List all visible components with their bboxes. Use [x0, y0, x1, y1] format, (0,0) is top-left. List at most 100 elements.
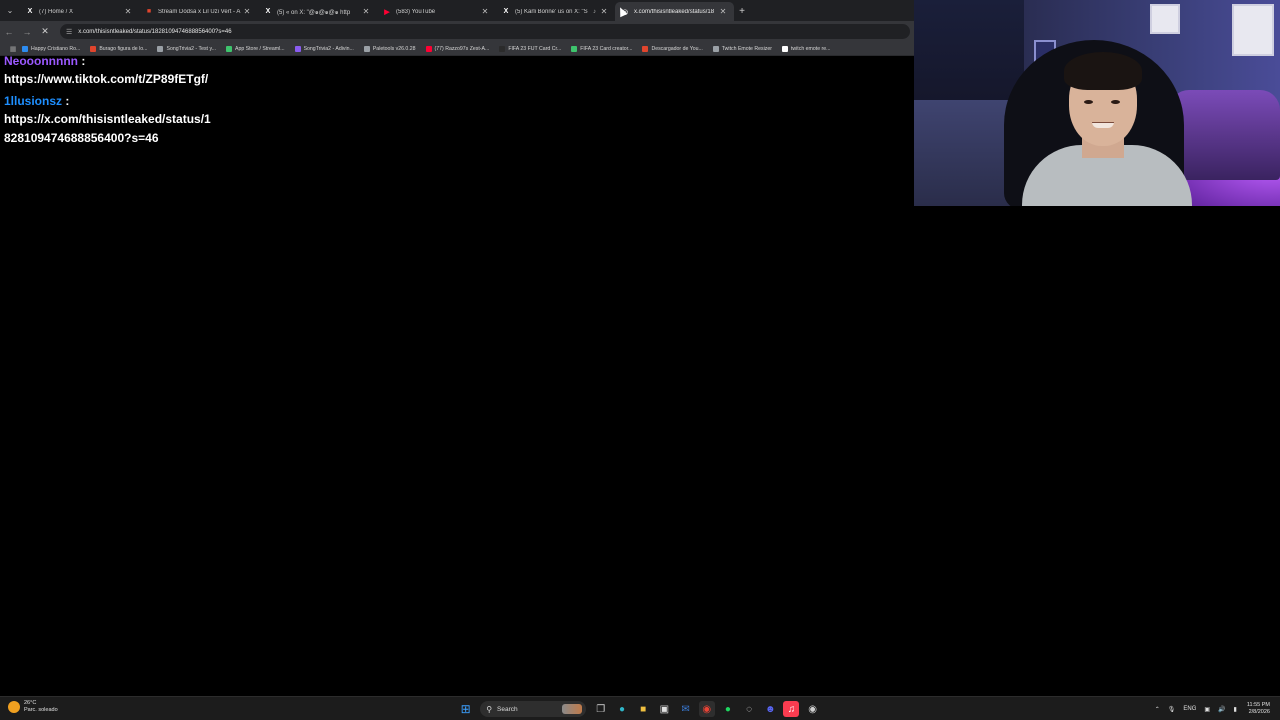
tab-title: (583) YouTube — [396, 8, 436, 15]
bookmark-favicon-icon — [90, 45, 97, 52]
tab-list: X (7) Home / X ✕ ■ Stream Dodsa x Lil Uzi Ve… — [20, 2, 734, 21]
chat-message-text[interactable]: https://www.tiktok.com/t/ZP89fETgf/ — [4, 70, 214, 89]
bookmark-item[interactable]: Burago figura de lo... — [90, 45, 148, 52]
bookmark-label: Burago figura de lo... — [99, 45, 148, 52]
chat-feed: Neooonnnnn : https://www.tiktok.com/t/ZP8… — [4, 53, 424, 152]
site-info-icon[interactable]: ☰ — [66, 28, 72, 36]
task-view-icon[interactable]: ❐ — [593, 701, 609, 717]
close-tab-icon[interactable]: ✕ — [480, 7, 490, 16]
windows-start-icon[interactable]: ⊞ — [458, 701, 474, 717]
bookmark-favicon-icon — [499, 45, 506, 52]
weather-temp: 26°C — [24, 700, 37, 706]
close-tab-icon[interactable]: ✕ — [718, 7, 728, 16]
new-tab-button[interactable]: + — [734, 2, 750, 21]
bookmark-label: SongTrivia2 - Adivin... — [303, 45, 354, 52]
apps-grid-icon[interactable]: ▦ — [4, 45, 22, 53]
chat-username-line: Neooonnnnn : — [4, 53, 424, 70]
close-tab-icon[interactable]: ✕ — [242, 7, 252, 16]
chat-username[interactable]: 1llusionsz — [4, 94, 62, 108]
chat-colon: : — [77, 54, 86, 68]
clock-date: 2/8/2026 — [1248, 709, 1270, 715]
close-tab-icon[interactable]: ✕ — [123, 7, 133, 16]
forward-arrow-icon[interactable]: → — [18, 27, 36, 37]
bookmark-item[interactable]: Happy Cristiano Ro... — [22, 45, 81, 52]
search-icon: ⚲ — [486, 704, 493, 714]
taskbar-search-placeholder: Search — [497, 705, 518, 713]
chat-username[interactable]: Neooonnnnn — [4, 54, 78, 68]
bookmark-item[interactable]: Descargador de You... — [642, 45, 703, 52]
tab-title: Stream Dodsa x Lil Uzi Vert - A — [158, 8, 241, 15]
bookmark-label: twitch emote re... — [790, 45, 831, 52]
browser-tab[interactable]: X (5) « on X: "@๑@๑@๑ http ✕ — [258, 2, 377, 21]
edge-browser-icon[interactable]: ● — [614, 701, 630, 717]
taskbar: 26°C Parc. soleado ⊞ ⚲ Search ❐ ● ■ ▣ ✉ … — [0, 696, 1280, 720]
close-tab-icon[interactable]: ✕ — [361, 7, 371, 16]
taskbar-search[interactable]: ⚲ Search — [480, 701, 587, 717]
bookmark-item[interactable]: SongTrivia2 - Test y... — [157, 45, 216, 52]
browser-tab[interactable]: ◎ x.com/thisisntleaked/status/18 ✕ — [615, 2, 734, 21]
obs-studio-icon[interactable]: ◌ — [741, 701, 757, 717]
stop-loading-icon[interactable]: ✕ — [36, 26, 54, 37]
search-highlight-icon — [562, 704, 583, 714]
back-arrow-icon[interactable]: ← — [0, 27, 18, 37]
bookmark-label: Paletools v26.0.28 — [372, 45, 416, 52]
mail-icon[interactable]: ✉ — [678, 701, 694, 717]
browser-tab[interactable]: ■ Stream Dodsa x Lil Uzi Vert - A ✕ — [139, 2, 258, 21]
system-tray: ⌃ 🎙 ENG ▣ 🔊 ▮ 11:55 PM 2/8/2026 — [1147, 701, 1270, 717]
volume-icon[interactable]: 🔊 — [1218, 706, 1225, 713]
browser-tab[interactable]: X (5) Karli Bonne' us on X: "S ♪ ✕ — [496, 2, 615, 21]
x-logo-icon: X — [503, 8, 509, 15]
spotify-icon[interactable]: ● — [720, 701, 736, 717]
address-bar-url: x.com/thisisntleaked/status/182810947468… — [78, 28, 232, 35]
bookmark-list: Happy Cristiano Ro... Burago figura de lo… — [22, 45, 840, 52]
microsoft-store-icon[interactable]: ▣ — [656, 701, 672, 717]
bookmark-item[interactable]: twitch emote re... — [781, 45, 831, 52]
file-explorer-icon[interactable]: ■ — [635, 701, 651, 717]
browser-tab[interactable]: ▶ (583) YouTube ✕ — [377, 2, 496, 21]
browser-toolbar: ← → ✕ ☰ x.com/thisisntleaked/status/1828… — [0, 21, 914, 42]
chat-username-line: 1llusionsz : — [4, 93, 424, 110]
speaker-icon[interactable]: ♪ — [593, 9, 596, 15]
bookmark-label: (77) Razzo97s Zest-A... — [434, 45, 490, 52]
battery-icon[interactable]: ▮ — [1234, 706, 1237, 713]
system-clock[interactable]: 11:55 PM 2/8/2026 — [1247, 702, 1270, 716]
chat-message-text[interactable]: https://x.com/thisisntleaked/status/1828… — [4, 110, 214, 148]
bookmark-item[interactable]: App Store / Streaml... — [225, 45, 285, 52]
bookmark-item[interactable]: SongTrivia2 - Adivin... — [294, 45, 354, 52]
bookmark-favicon-icon — [781, 45, 788, 52]
webcam-wall-frame — [1150, 4, 1180, 34]
x-logo-icon: X — [265, 8, 271, 15]
x-logo-icon: X — [27, 8, 33, 15]
network-icon[interactable]: ▣ — [1204, 706, 1210, 713]
chevron-up-icon[interactable]: ⌃ — [1155, 706, 1160, 713]
music-app-icon[interactable]: ♫ — [783, 701, 800, 717]
bookmark-item[interactable]: (77) Razzo97s Zest-A... — [425, 45, 490, 52]
address-bar[interactable]: ☰ x.com/thisisntleaked/status/1828109474… — [60, 24, 910, 39]
language-indicator[interactable]: ENG — [1183, 706, 1196, 712]
tab-search-icon[interactable]: ⌄ — [0, 0, 20, 21]
bookmark-item[interactable]: Twitch Emote Resizer — [712, 45, 772, 52]
bookmark-item[interactable]: FIFA 23 FUT Card Cr... — [499, 45, 561, 52]
app-icon[interactable]: ◉ — [805, 701, 821, 717]
bookmark-favicon-icon — [157, 45, 164, 52]
tab-title: (5) « on X: "@๑@๑@๑ http — [277, 9, 351, 16]
bookmark-item[interactable]: Paletools v26.0.28 — [363, 45, 416, 52]
microphone-icon[interactable]: 🎙 — [1168, 706, 1176, 713]
weather-sun-icon — [8, 701, 20, 713]
bookmark-favicon-icon — [363, 45, 370, 52]
webcam-person-mouth — [1092, 122, 1114, 128]
close-tab-icon[interactable]: ✕ — [599, 7, 609, 16]
bookmark-label: Happy Cristiano Ro... — [31, 45, 81, 52]
bookmark-label: Descargador de You... — [651, 45, 703, 52]
bookmark-item[interactable]: FIFA 23 Card creator... — [571, 45, 632, 52]
chrome-icon[interactable]: ◉ — [698, 701, 715, 717]
browser-tab[interactable]: X (7) Home / X ✕ — [20, 2, 139, 21]
taskbar-apps: ⊞ ⚲ Search ❐ ● ■ ▣ ✉ ◉ ● ◌ ☻ ♫ ◉ — [455, 700, 823, 718]
weather-desc: Parc. soleado — [24, 707, 58, 713]
tab-title: (5) Karli Bonne' us on X: "S — [515, 8, 588, 15]
discord-icon[interactable]: ☻ — [762, 701, 778, 717]
bookmark-favicon-icon — [712, 45, 719, 52]
bookmark-favicon-icon — [22, 45, 28, 52]
weather-widget[interactable]: 26°C Parc. soleado — [8, 700, 58, 714]
bookmark-label: App Store / Streaml... — [234, 45, 285, 52]
